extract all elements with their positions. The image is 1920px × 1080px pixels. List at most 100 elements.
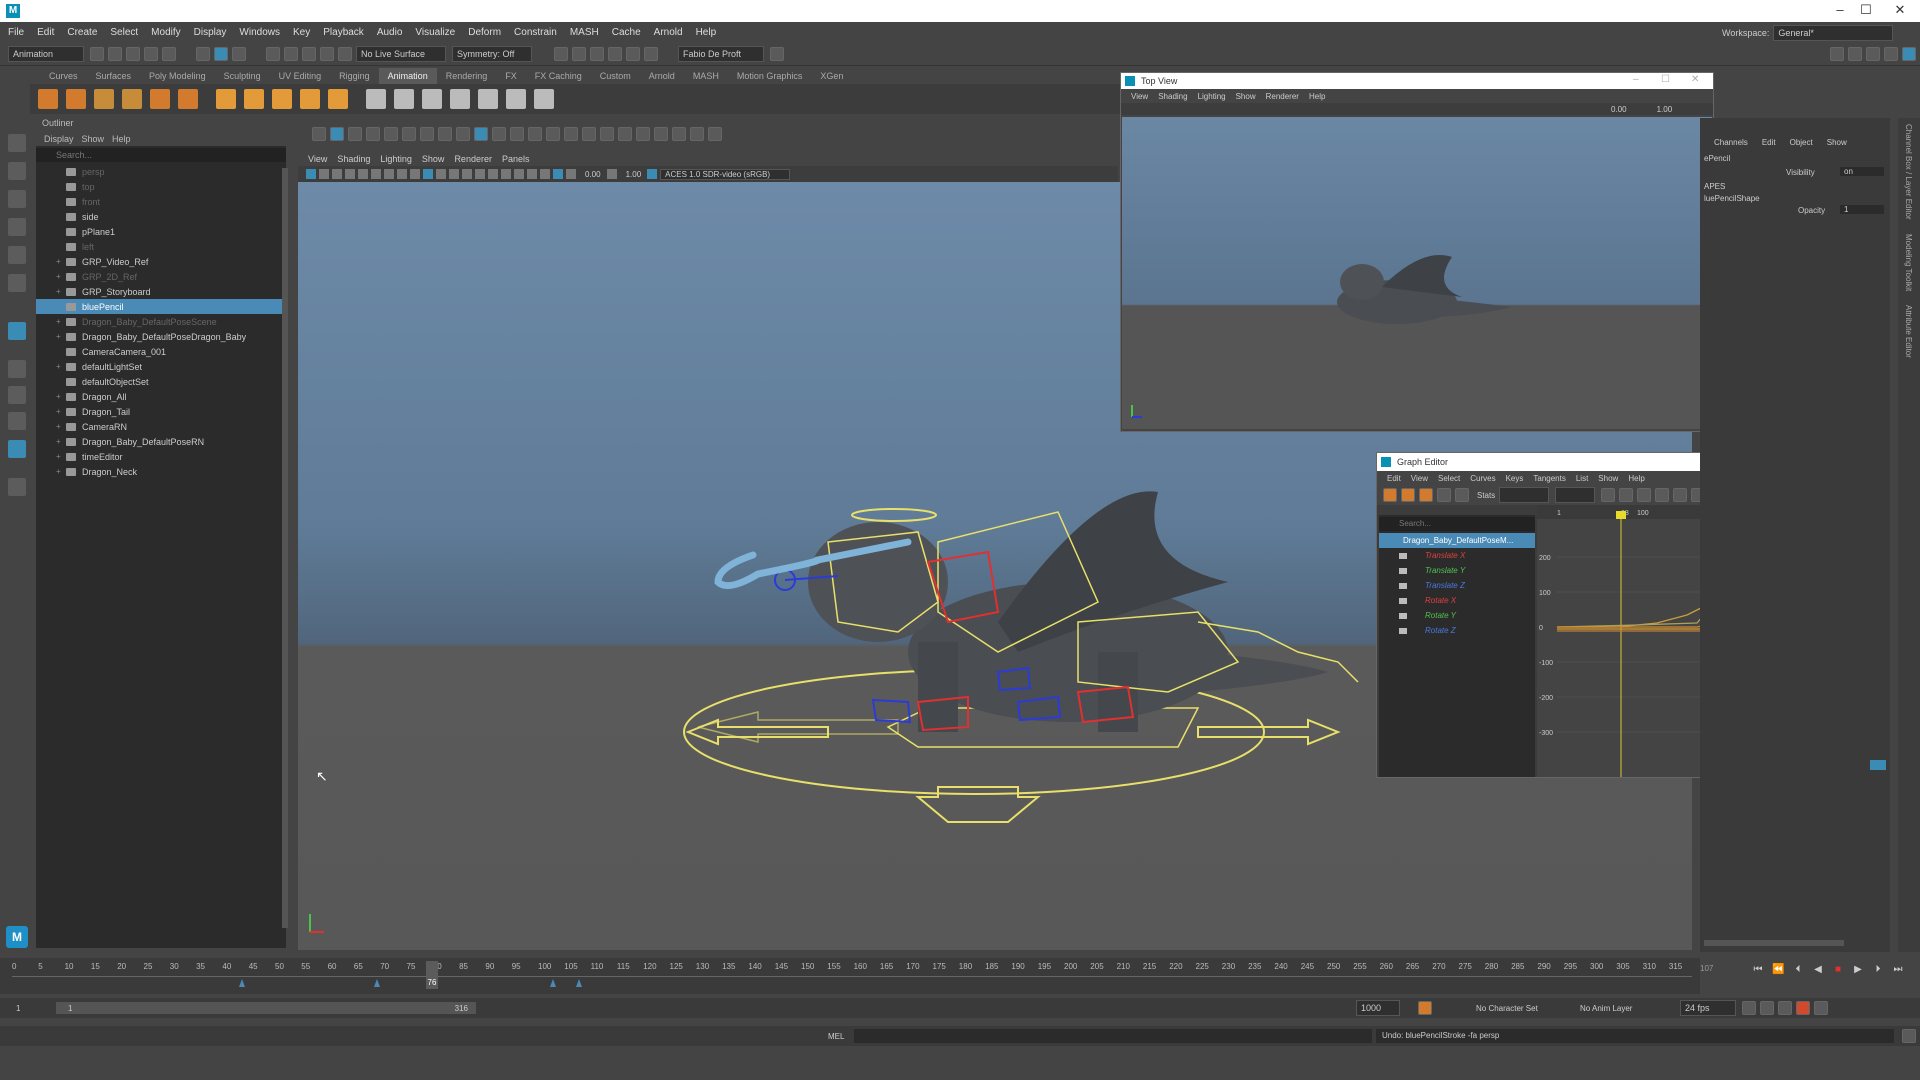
menu-cache[interactable]: Cache: [612, 27, 641, 38]
render-settings-icon[interactable]: [590, 46, 604, 61]
stats-value-field[interactable]: [1555, 487, 1596, 503]
camera-attr-icon[interactable]: [319, 169, 329, 179]
shelf-tab-fx-caching[interactable]: FX Caching: [526, 68, 591, 84]
lasso-tool-icon[interactable]: [8, 162, 26, 180]
gamma-icon[interactable]: [606, 169, 617, 179]
auto-key-icon[interactable]: [1418, 1001, 1432, 1015]
top-view-maximize-button[interactable]: ☐: [1661, 74, 1670, 85]
menu-select[interactable]: Select: [110, 27, 138, 38]
stats-frame-field[interactable]: [1499, 487, 1550, 503]
scale-tool-icon[interactable]: [8, 274, 26, 292]
animation-start-field[interactable]: 1: [16, 1004, 52, 1013]
xray-active-icon[interactable]: [553, 169, 563, 179]
export-icon[interactable]: [690, 127, 704, 141]
add-key-icon[interactable]: [546, 127, 560, 141]
graph-search-input[interactable]: Search...: [1379, 517, 1535, 531]
onion-skin-icon[interactable]: [492, 127, 506, 141]
ambient-occlusion-icon[interactable]: [475, 169, 485, 179]
center-current-icon[interactable]: [1637, 488, 1652, 502]
channel-menu-object[interactable]: Object: [1790, 138, 1813, 147]
transform-frame-icon[interactable]: [510, 127, 524, 141]
outliner-item[interactable]: side: [36, 209, 286, 224]
channel-menu-show[interactable]: Show: [1827, 138, 1847, 147]
cut-frame-icon[interactable]: [582, 127, 596, 141]
go-to-start-icon[interactable]: ⏮: [1752, 964, 1764, 976]
outliner-item[interactable]: + timeEditor: [36, 449, 286, 464]
graph-channel-item[interactable]: Translate Y: [1379, 563, 1535, 578]
graph-curve-icon[interactable]: [66, 89, 86, 109]
shelf-tab-mash[interactable]: MASH: [684, 68, 728, 84]
insert-key-icon[interactable]: [1401, 488, 1415, 502]
shadows-icon[interactable]: [462, 169, 472, 179]
pencil-draw-icon[interactable]: [312, 127, 326, 141]
animation-end-field[interactable]: 1000: [1356, 1000, 1400, 1016]
eye-icon[interactable]: [1399, 627, 1407, 634]
modeling-toolkit-icon[interactable]: [1830, 47, 1844, 61]
top-view-menu-lighting[interactable]: Lighting: [1198, 92, 1226, 101]
graph-channel-item[interactable]: Rotate Y: [1379, 608, 1535, 623]
viewport-menu-renderer[interactable]: Renderer: [454, 154, 492, 164]
outliner-item[interactable]: defaultObjectSet: [36, 374, 286, 389]
symmetry-dropdown[interactable]: Symmetry: Off: [452, 45, 532, 62]
exposure-field[interactable]: 0.00: [585, 170, 601, 179]
view-transform-dropdown[interactable]: ACES 1.0 SDR-video (sRGB): [660, 168, 791, 180]
shelf-tab-curves[interactable]: Curves: [40, 68, 87, 84]
play-backward-icon[interactable]: ◀: [1812, 964, 1824, 976]
top-view-menu-shading[interactable]: Shading: [1158, 92, 1187, 101]
graph-channel-item[interactable]: Translate Z: [1379, 578, 1535, 593]
camera-select-icon[interactable]: [306, 169, 316, 179]
copy-frame-icon[interactable]: [600, 127, 614, 141]
script-language-label[interactable]: MEL: [828, 1032, 854, 1041]
menu-constrain[interactable]: Constrain: [514, 27, 557, 38]
outliner-item[interactable]: + Dragon_Baby_DefaultPoseRN: [36, 434, 286, 449]
expand-toggle-icon[interactable]: +: [56, 467, 66, 476]
smooth-shade-icon[interactable]: [423, 169, 433, 179]
ellipse-tool-icon[interactable]: [420, 127, 434, 141]
script-editor-icon[interactable]: [1902, 1029, 1916, 1043]
bookmark-icon[interactable]: [332, 169, 342, 179]
opacity-field[interactable]: 1: [1840, 205, 1884, 214]
ghost-icon[interactable]: [150, 89, 170, 109]
rotate-tool-icon[interactable]: [8, 246, 26, 264]
outliner-item[interactable]: bluePencil: [36, 299, 286, 314]
isolate-select-icon[interactable]: [514, 169, 524, 179]
outliner-item[interactable]: + CameraRN: [36, 419, 286, 434]
viewport-menu-show[interactable]: Show: [422, 154, 445, 164]
expand-toggle-icon[interactable]: +: [56, 437, 66, 446]
outliner-item[interactable]: + GRP_Video_Ref: [36, 254, 286, 269]
time-slider[interactable]: 0510152025303540455055606570758085909510…: [0, 958, 1713, 994]
four-view-icon[interactable]: [8, 386, 26, 404]
squash-deformer-icon[interactable]: [450, 89, 470, 109]
lattice-icon[interactable]: [506, 89, 526, 109]
xray-joints-icon[interactable]: [540, 169, 550, 179]
color-swatch-icon[interactable]: [474, 127, 488, 141]
menu-windows[interactable]: Windows: [239, 27, 280, 38]
top-view-menu-renderer[interactable]: Renderer: [1266, 92, 1299, 101]
anti-alias-icon[interactable]: [501, 169, 511, 179]
outliner-layout-icon[interactable]: [8, 412, 26, 430]
region-key-icon[interactable]: [1437, 488, 1451, 502]
shelf-tab-surfaces[interactable]: Surfaces: [87, 68, 141, 84]
tool-settings-icon[interactable]: [1866, 47, 1880, 61]
single-view-icon[interactable]: [8, 360, 26, 378]
menu-visualize[interactable]: Visualize: [415, 27, 455, 38]
graph-menu-help[interactable]: Help: [1628, 474, 1644, 483]
menu-create[interactable]: Create: [67, 27, 97, 38]
outliner-item[interactable]: + Dragon_All: [36, 389, 286, 404]
outliner-item[interactable]: + Dragon_Tail: [36, 404, 286, 419]
top-view-viewport[interactable]: [1122, 117, 1712, 429]
graph-menu-keys[interactable]: Keys: [1506, 474, 1524, 483]
shelf-tab-arnold[interactable]: Arnold: [640, 68, 684, 84]
outliner-item[interactable]: left: [36, 239, 286, 254]
text-tool-icon[interactable]: [366, 127, 380, 141]
outliner-item[interactable]: + GRP_2D_Ref: [36, 269, 286, 284]
viewport-menu-shading[interactable]: Shading: [337, 154, 370, 164]
top-view-menu-view[interactable]: View: [1131, 92, 1148, 101]
channel-menu-edit[interactable]: Edit: [1762, 138, 1776, 147]
image-plane-icon[interactable]: [345, 169, 355, 179]
exposure-icon[interactable]: [566, 169, 576, 179]
cache-playback-icon[interactable]: [1760, 1001, 1774, 1015]
side-tab[interactable]: Channel Box / Layer Editor: [1904, 124, 1913, 220]
step-forward-frame-icon[interactable]: ⏵: [1872, 964, 1884, 976]
delete-key-icon[interactable]: [564, 127, 578, 141]
